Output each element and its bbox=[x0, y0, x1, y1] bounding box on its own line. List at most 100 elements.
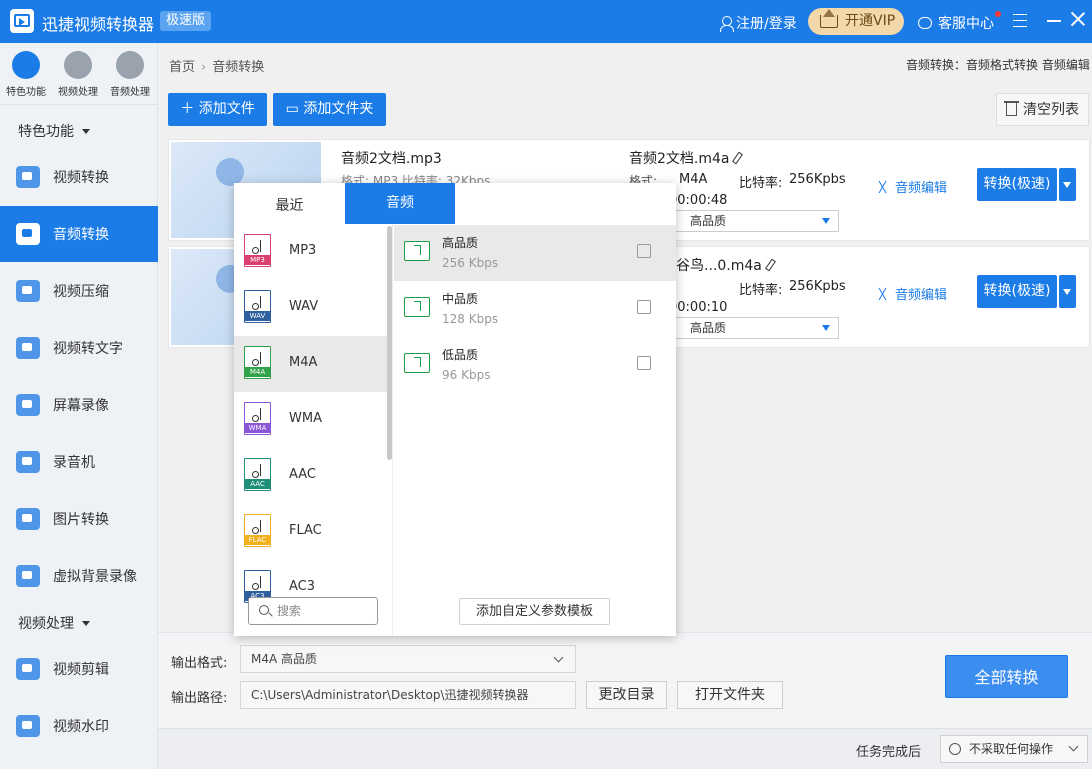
rename-pencil-icon[interactable] bbox=[764, 258, 776, 272]
format-item[interactable]: MP3 MP3 bbox=[234, 224, 387, 280]
minimize-icon[interactable] bbox=[1047, 20, 1061, 22]
output-path-input[interactable]: C:\Users\Administrator\Desktop\迅捷视频转换器 bbox=[240, 681, 576, 709]
support-link[interactable]: 客服中心 bbox=[918, 13, 994, 33]
audio-edit-link[interactable]: 音频编辑 bbox=[877, 177, 947, 196]
clear-list-button[interactable]: 清空列表 bbox=[996, 93, 1089, 126]
output-format-select[interactable]: M4A 高品质 bbox=[240, 645, 576, 673]
format-tag: WAV bbox=[244, 311, 271, 321]
quality-bitrate: 96 Kbps bbox=[442, 368, 491, 382]
search-icon bbox=[259, 605, 269, 615]
login-link[interactable]: 注册/登录 bbox=[720, 13, 797, 33]
music-note-icon bbox=[252, 520, 261, 534]
edition-badge: 极速版 bbox=[160, 11, 212, 31]
sidebar-item-video-convert[interactable]: 视频转换 bbox=[0, 149, 158, 205]
screen-record-icon bbox=[16, 394, 40, 416]
sidebar-item-audio-convert[interactable]: 音频转换 bbox=[0, 206, 158, 262]
file-aac-icon: AAC bbox=[244, 458, 271, 491]
format-item[interactable]: WAV WAV bbox=[234, 280, 387, 336]
quality-select[interactable]: 高品质 bbox=[659, 317, 839, 339]
scissors-icon bbox=[877, 288, 889, 300]
breadcrumb-current: 音频转换 bbox=[212, 60, 265, 75]
format-search-input[interactable]: 搜索 bbox=[248, 597, 378, 625]
quality-item[interactable]: 低品质 96 Kbps bbox=[394, 337, 676, 393]
clear-list-label: 清空列表 bbox=[1023, 102, 1079, 118]
output-file-name: 音频2文档.m4a bbox=[629, 148, 744, 168]
sidebar-item-screen-record[interactable]: 屏幕录像 bbox=[0, 377, 158, 433]
convert-button[interactable]: 转换(极速) bbox=[977, 275, 1057, 308]
file-wav-icon: WAV bbox=[244, 290, 271, 323]
menu-icon[interactable] bbox=[1013, 14, 1027, 27]
convert-all-button[interactable]: 全部转换 bbox=[945, 655, 1068, 698]
format-search-placeholder: 搜索 bbox=[277, 604, 302, 618]
convert-dropdown-button[interactable] bbox=[1059, 168, 1076, 201]
file-m4a-icon: M4A bbox=[244, 346, 271, 379]
vip-button[interactable]: 开通VIP bbox=[808, 8, 904, 35]
chevron-down-icon bbox=[1068, 741, 1079, 752]
top-category-features[interactable]: 特色功能 bbox=[0, 51, 52, 98]
format-item[interactable]: M4A M4A bbox=[234, 336, 387, 392]
rename-pencil-icon[interactable] bbox=[732, 151, 744, 165]
sidebar-item-image-convert[interactable]: 图片转换 bbox=[0, 491, 158, 547]
after-task-select[interactable]: 不采取任何操作 bbox=[940, 735, 1088, 763]
convert-dropdown-button[interactable] bbox=[1059, 275, 1076, 308]
video-compress-icon bbox=[16, 280, 40, 302]
tab-audio[interactable]: 音频 bbox=[345, 183, 455, 224]
sidebar-item-video-compress[interactable]: 视频压缩 bbox=[0, 263, 158, 319]
add-folder-button[interactable]: ▭ 添加文件夹 bbox=[273, 93, 386, 126]
quality-select[interactable]: 高品质 bbox=[659, 210, 839, 232]
after-task-value: 不采取任何操作 bbox=[969, 742, 1054, 756]
bitrate-value: 256Kpbs bbox=[789, 279, 846, 294]
bitrate-label: 比特率: bbox=[739, 283, 783, 298]
top-category-audio[interactable]: 音频处理 bbox=[104, 51, 156, 98]
quality-name: 中品质 bbox=[442, 292, 479, 306]
edit-icon[interactable] bbox=[637, 300, 651, 314]
convert-button[interactable]: 转换(极速) bbox=[977, 168, 1057, 201]
top-category-video[interactable]: 视频处理 bbox=[52, 51, 104, 98]
title-bar: 迅捷视频转换器 极速版 注册/登录 开通VIP 客服中心 bbox=[0, 0, 1092, 43]
breadcrumb-home[interactable]: 首页 bbox=[169, 60, 195, 75]
open-folder-button[interactable]: 打开文件夹 bbox=[677, 681, 783, 709]
top-categories: 特色功能 视频处理 音频处理 bbox=[0, 43, 158, 105]
quality-bitrate: 256 Kbps bbox=[442, 256, 499, 270]
sidebar-item-video-edit[interactable]: 视频剪辑 bbox=[0, 641, 158, 697]
folder-icon: ▭ bbox=[285, 101, 304, 117]
section-features-header[interactable]: 特色功能 bbox=[18, 121, 90, 141]
format-item[interactable]: WMA WMA bbox=[234, 392, 387, 448]
file-wma-icon: WMA bbox=[244, 402, 271, 435]
quality-item[interactable]: 高品质 256 Kbps bbox=[394, 225, 676, 281]
format-item[interactable]: FLAC FLAC bbox=[234, 504, 387, 560]
notification-dot bbox=[995, 11, 1001, 17]
top-category-features-label: 特色功能 bbox=[6, 87, 46, 98]
change-directory-button[interactable]: 更改目录 bbox=[586, 681, 667, 709]
audio-edit-label: 音频编辑 bbox=[895, 288, 948, 303]
format-list-scrollbar[interactable] bbox=[387, 226, 392, 460]
close-icon[interactable] bbox=[1070, 11, 1086, 27]
sidebar-item-audio-recorder[interactable]: 录音机 bbox=[0, 434, 158, 490]
duration-value: 00:00:48 bbox=[669, 193, 728, 208]
format-name: WAV bbox=[289, 299, 319, 314]
add-custom-template-button[interactable]: 添加自定义参数模板 bbox=[459, 598, 610, 625]
music-file-icon bbox=[404, 297, 430, 317]
breadcrumb: 首页 › 音频转换 bbox=[169, 56, 264, 75]
audio-edit-label: 音频编辑 bbox=[895, 181, 948, 196]
caret-down-icon bbox=[82, 621, 90, 626]
audio-edit-link[interactable]: 音频编辑 bbox=[877, 284, 947, 303]
quality-select-value: 高品质 bbox=[690, 321, 727, 335]
quality-item[interactable]: 中品质 128 Kbps bbox=[394, 281, 676, 337]
output-format-label: 输出格式: bbox=[171, 656, 228, 671]
user-icon bbox=[720, 16, 734, 32]
music-note-icon bbox=[252, 240, 261, 254]
music-icon bbox=[116, 51, 144, 79]
sidebar-item-virtual-bg-record[interactable]: 虚拟背景录像 bbox=[0, 548, 158, 604]
sidebar-item-video-watermark[interactable]: 视频水印 bbox=[0, 698, 158, 754]
output-format-value: M4A 高品质 bbox=[251, 652, 318, 666]
edit-icon[interactable] bbox=[637, 244, 651, 258]
login-label: 注册/登录 bbox=[736, 16, 797, 32]
section-video-header[interactable]: 视频处理 bbox=[18, 613, 90, 633]
tab-recent[interactable]: 最近 bbox=[234, 183, 345, 224]
edit-icon[interactable] bbox=[637, 356, 651, 370]
add-file-button[interactable]: ＋ 添加文件 bbox=[168, 93, 267, 126]
sidebar-item-video-to-text[interactable]: 视频转文字 bbox=[0, 320, 158, 376]
format-item[interactable]: AAC AAC bbox=[234, 448, 387, 504]
top-category-video-label: 视频处理 bbox=[58, 87, 98, 98]
